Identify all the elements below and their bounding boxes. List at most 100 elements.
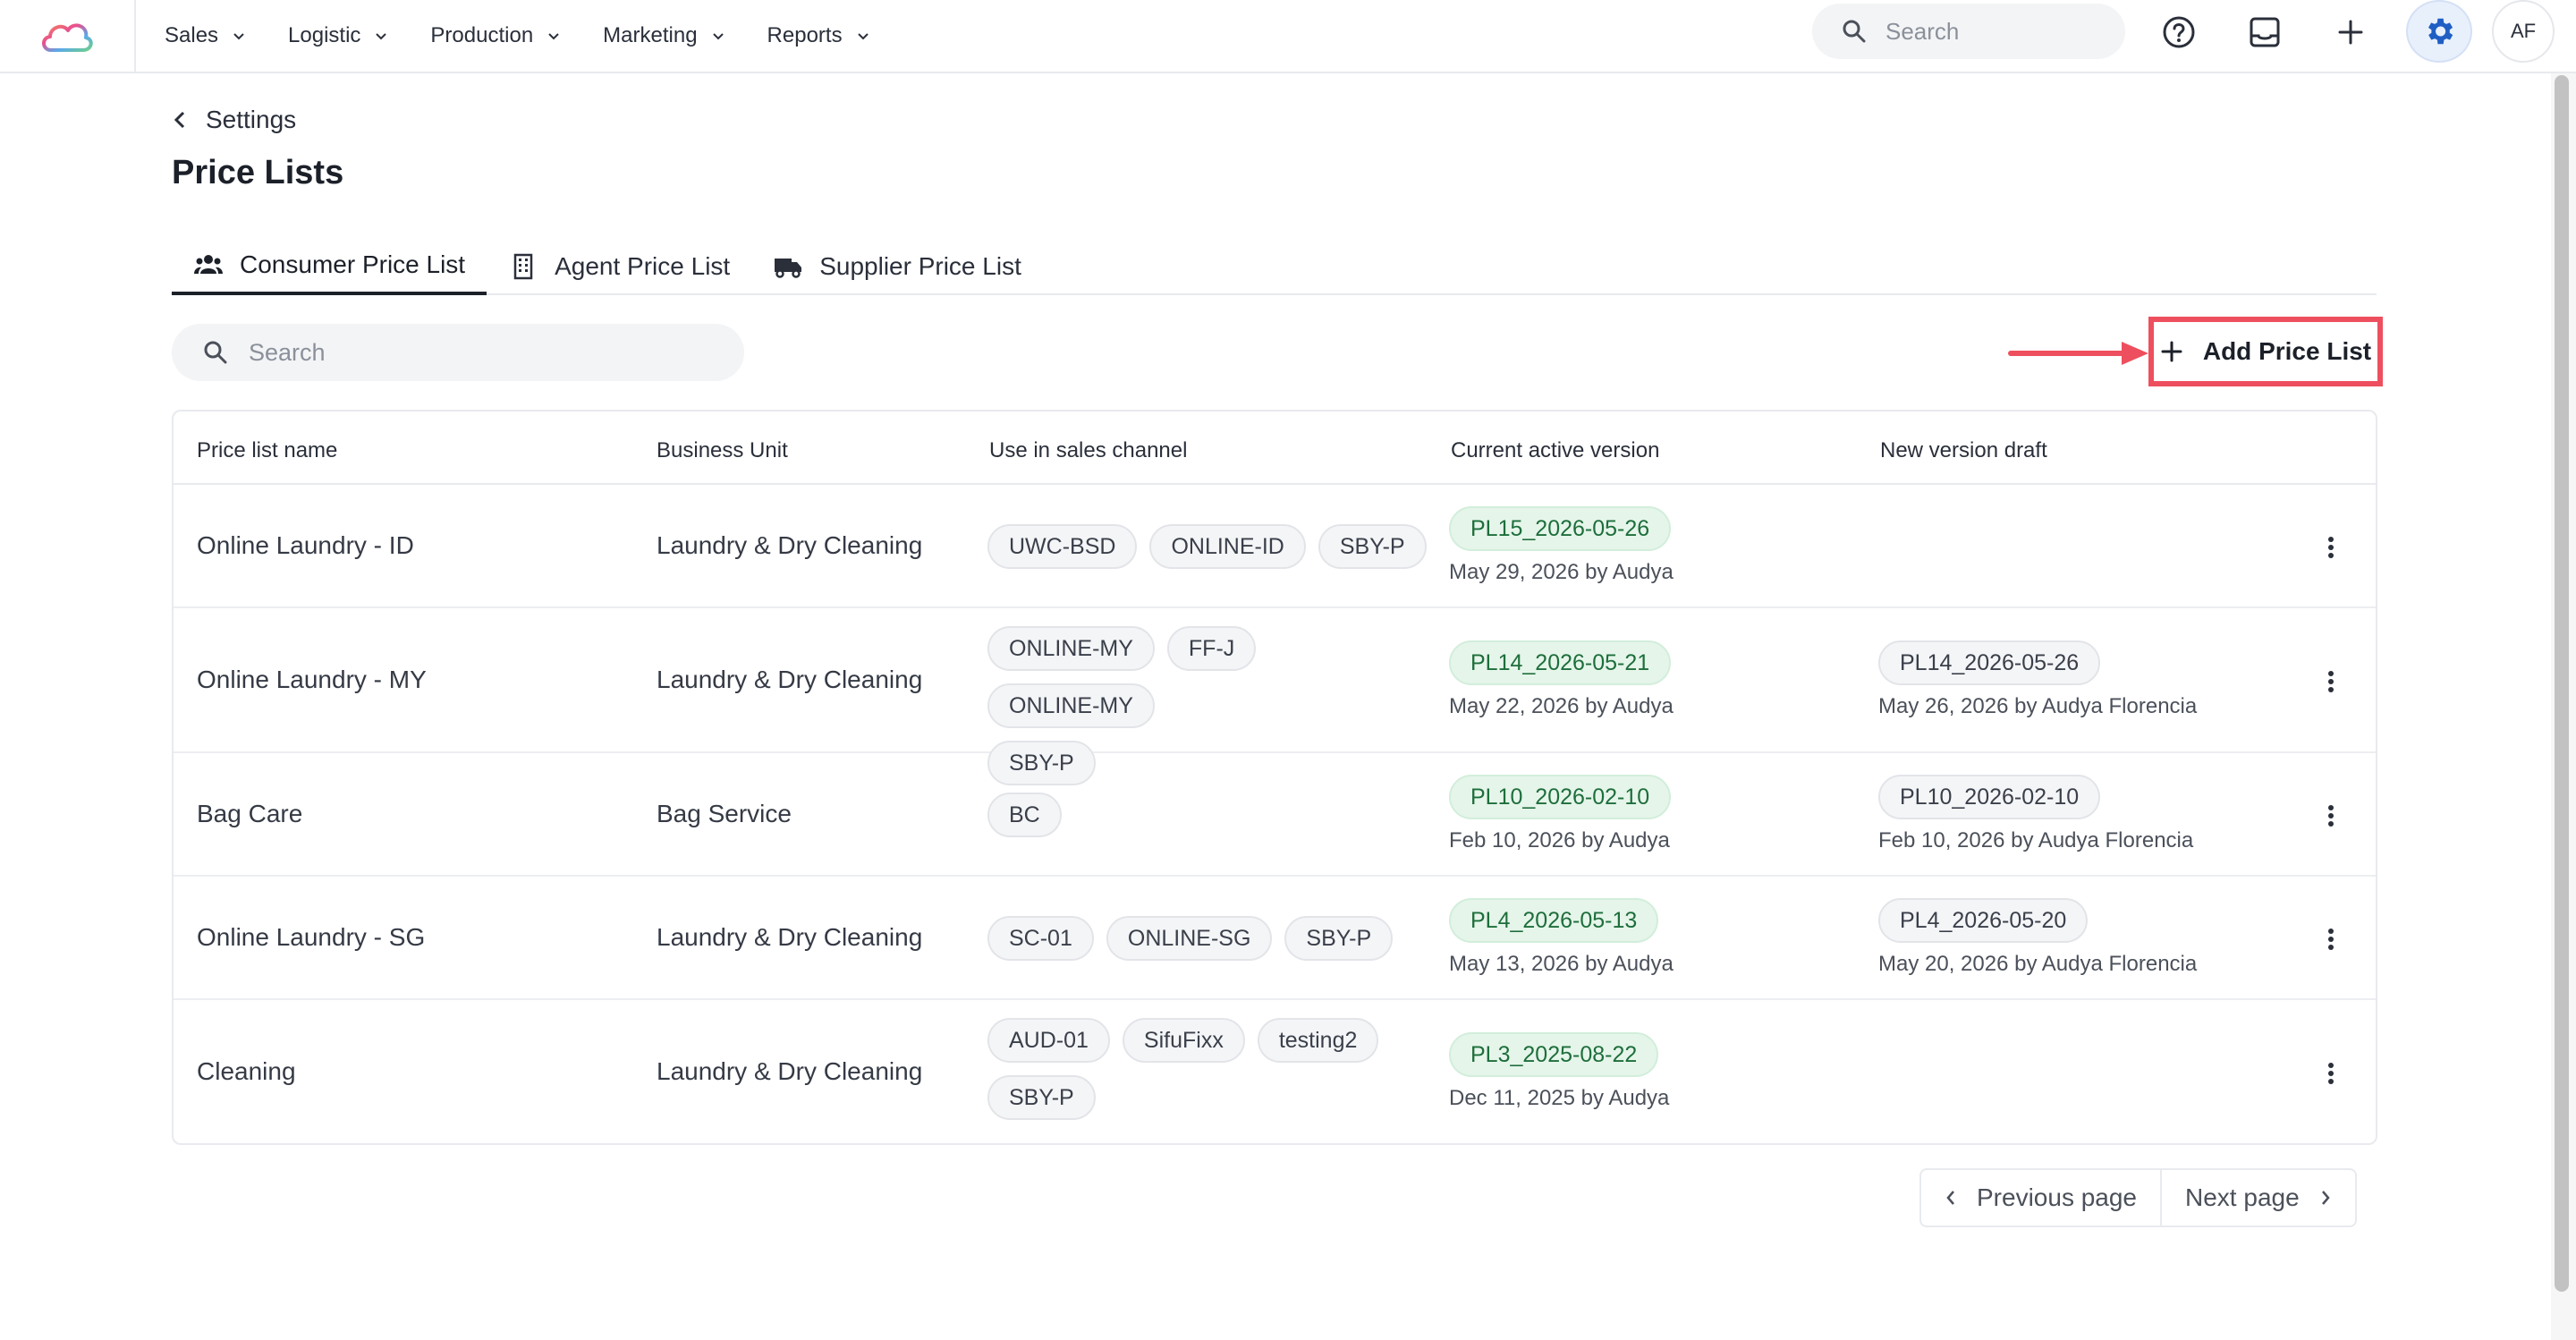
chevron-right-icon	[2321, 1191, 2330, 1205]
active-version-meta: May 29, 2026 by Audya	[1449, 560, 1674, 584]
building-icon	[513, 253, 533, 280]
annotation-arrow-icon	[2008, 342, 2148, 365]
active-version-chip[interactable]: PL3_2025-08-22	[1449, 1032, 1659, 1077]
column-header-draft-version: New version draft	[1880, 438, 2047, 462]
settings-button[interactable]	[2406, 0, 2472, 63]
table-row[interactable]: Cleaning Laundry & Dry Cleaning AUD-01 S…	[174, 1000, 2376, 1145]
tab-consumer-price-list[interactable]: Consumer Price List	[172, 238, 487, 295]
price-list-search[interactable]	[172, 324, 744, 381]
draft-version: PL4_2026-05-20 May 20, 2026 by Audya Flo…	[1878, 898, 2197, 977]
nav-production-label: Production	[430, 23, 534, 47]
price-list-name: Online Laundry - SG	[197, 923, 426, 951]
app-logo[interactable]	[0, 0, 136, 72]
price-list-name: Online Laundry - ID	[197, 531, 414, 559]
nav-marketing[interactable]: Marketing	[603, 23, 725, 48]
nav-sales[interactable]: Sales	[165, 23, 247, 48]
row-menu-button[interactable]	[2320, 530, 2342, 565]
help-button[interactable]	[2152, 5, 2206, 59]
gear-icon	[2428, 18, 2453, 45]
next-page-label: Next page	[2185, 1183, 2300, 1211]
active-version-chip[interactable]: PL10_2026-02-10	[1449, 775, 1672, 819]
sales-channel-chips: BC	[987, 793, 1435, 837]
help-icon	[2163, 16, 2195, 48]
tab-supplier-price-list[interactable]: Supplier Price List	[751, 238, 1043, 295]
business-unit: Laundry & Dry Cleaning	[657, 1057, 923, 1085]
breadcrumb-back[interactable]: Settings	[172, 106, 296, 134]
draft-version-chip[interactable]: PL10_2026-02-10	[1878, 775, 2101, 819]
active-version-chip[interactable]: PL4_2026-05-13	[1449, 898, 1659, 943]
plus-icon	[2338, 20, 2363, 45]
create-button[interactable]	[2324, 5, 2377, 59]
channel-chip: ONLINE-ID	[1149, 524, 1306, 569]
global-search[interactable]	[1812, 4, 2125, 59]
row-menu-button[interactable]	[2320, 1056, 2342, 1091]
sales-channel-chips: AUD-01 SifuFixx testing2 SBY-P	[987, 1018, 1381, 1120]
channel-chip: testing2	[1257, 1018, 1379, 1063]
table-row[interactable]: Online Laundry - ID Laundry & Dry Cleani…	[174, 485, 2376, 608]
more-vertical-icon	[2328, 805, 2334, 827]
nav-production[interactable]: Production	[430, 23, 562, 48]
inbox-button[interactable]	[2238, 5, 2292, 59]
table-header: Price list name Business Unit Use in sal…	[174, 411, 2376, 485]
nav-sales-label: Sales	[165, 23, 219, 47]
main-nav: Sales Logistic Production Marketing Repo…	[165, 0, 871, 72]
active-version-chip[interactable]: PL15_2026-05-26	[1449, 506, 1672, 551]
chevron-down-icon	[376, 33, 387, 40]
tab-agent-price-list[interactable]: Agent Price List	[487, 238, 751, 295]
column-header-business-unit: Business Unit	[657, 438, 788, 462]
top-navigation-bar: Sales Logistic Production Marketing Repo…	[0, 0, 2576, 73]
chevron-down-icon	[857, 33, 869, 40]
channel-chip: UWC-BSD	[987, 524, 1138, 569]
business-unit: Bag Service	[657, 800, 792, 827]
chevron-left-icon	[174, 111, 185, 129]
active-version-meta: Feb 10, 2026 by Audya	[1449, 828, 1670, 852]
tab-supplier-label: Supplier Price List	[819, 252, 1021, 280]
page-scrollbar-thumb[interactable]	[2555, 75, 2569, 1292]
nav-reports[interactable]: Reports	[767, 23, 871, 48]
channel-chip: SBY-P	[987, 1075, 1096, 1120]
draft-version-chip[interactable]: PL4_2026-05-20	[1878, 898, 2089, 943]
table-row[interactable]: Online Laundry - SG Laundry & Dry Cleani…	[174, 877, 2376, 1000]
inbox-icon	[2250, 17, 2280, 47]
truck-icon	[775, 259, 802, 278]
global-search-input[interactable]	[1885, 17, 2100, 46]
row-menu-button[interactable]	[2320, 664, 2342, 700]
tab-agent-label: Agent Price List	[555, 252, 731, 280]
pagination: Previous page Next page	[1919, 1168, 2357, 1227]
add-price-list-button[interactable]: Add Price List	[2148, 317, 2383, 386]
table-row[interactable]: Online Laundry - MY Laundry & Dry Cleani…	[174, 608, 2376, 785]
table-row[interactable]: Bag Care Bag Service BC PL10_2026-02-10 …	[174, 753, 2376, 877]
price-list-search-input[interactable]	[249, 338, 714, 367]
cloud-logo-icon	[42, 23, 93, 52]
active-version: PL4_2026-05-13 May 13, 2026 by Audya	[1449, 898, 1674, 977]
users-icon	[194, 255, 223, 274]
draft-version-meta: Feb 10, 2026 by Audya Florencia	[1878, 828, 2194, 852]
channel-chip: ONLINE-SG	[1106, 916, 1273, 961]
active-version-meta: Dec 11, 2025 by Audya	[1449, 1086, 1670, 1110]
more-vertical-icon	[2328, 537, 2334, 558]
search-icon	[1843, 20, 1866, 43]
chevron-left-icon	[1946, 1191, 1954, 1205]
next-page-button[interactable]: Next page	[2162, 1168, 2357, 1227]
nav-reports-label: Reports	[767, 23, 843, 47]
breadcrumb-label: Settings	[206, 106, 297, 133]
row-menu-button[interactable]	[2320, 798, 2342, 834]
draft-version: PL14_2026-05-26 May 26, 2026 by Audya Fl…	[1878, 640, 2197, 719]
draft-version-meta: May 26, 2026 by Audya Florencia	[1878, 694, 2198, 718]
business-unit: Laundry & Dry Cleaning	[657, 531, 923, 559]
draft-version-chip[interactable]: PL14_2026-05-26	[1878, 640, 2101, 685]
active-version: PL10_2026-02-10 Feb 10, 2026 by Audya	[1449, 775, 1672, 853]
previous-page-button[interactable]: Previous page	[1919, 1168, 2163, 1227]
row-menu-button[interactable]	[2320, 921, 2342, 957]
user-avatar[interactable]: AF	[2492, 0, 2555, 63]
more-vertical-icon	[2328, 671, 2334, 692]
nav-marketing-label: Marketing	[603, 23, 698, 47]
channel-chip: SC-01	[987, 916, 1094, 961]
nav-logistic[interactable]: Logistic	[288, 23, 389, 48]
active-version-chip[interactable]: PL14_2026-05-21	[1449, 640, 1672, 685]
price-list-name: Cleaning	[197, 1057, 296, 1085]
business-unit: Laundry & Dry Cleaning	[657, 923, 923, 951]
business-unit: Laundry & Dry Cleaning	[657, 666, 923, 693]
chevron-down-icon	[712, 33, 724, 40]
price-list-table: Price list name Business Unit Use in sal…	[172, 410, 2377, 1145]
